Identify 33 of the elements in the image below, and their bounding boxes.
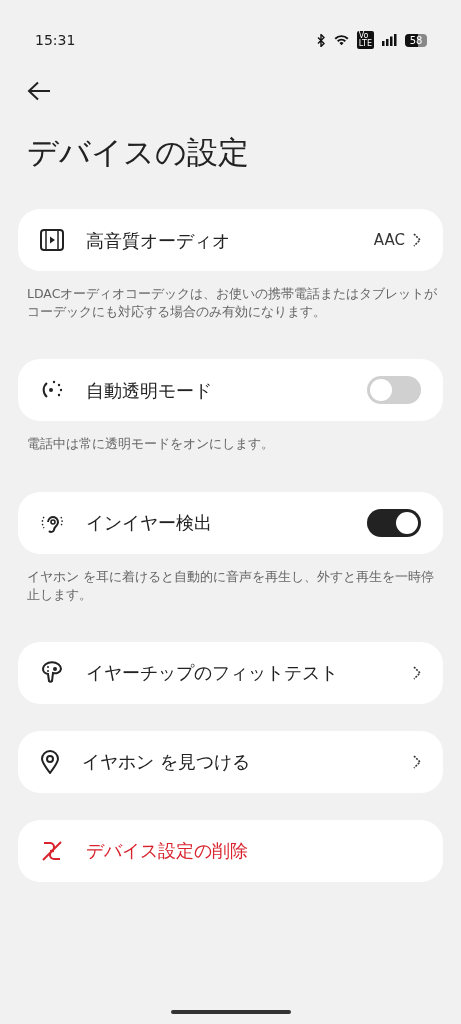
page-title: デバイスの設定: [27, 134, 250, 172]
row-label: 自動透明モード: [86, 378, 213, 403]
volte-icon: Vo LTE: [356, 31, 374, 49]
row-label: イヤホン を見つける: [82, 750, 251, 775]
unlink-icon: [40, 838, 64, 863]
back-arrow-icon[interactable]: [27, 80, 51, 101]
row-value: AAC: [373, 229, 405, 251]
earbud-icon: [40, 660, 64, 685]
row-description: 電話中は常に透明モードをオンにします。: [27, 435, 275, 454]
chevron-icon: [413, 665, 421, 680]
row-label: インイヤー検出: [86, 511, 213, 536]
signal-icon: [382, 34, 397, 46]
row-description: LDACオーディオコーデックは、お使いの携帯電話またはタブレットがコーデックにも対応する場合のみ有効になります。: [27, 285, 439, 322]
toggle-switch[interactable]: [367, 508, 421, 537]
chevron-icon: [413, 233, 421, 248]
film-icon: [40, 229, 64, 252]
bluetooth-icon: [316, 33, 326, 47]
chevron-icon: [413, 754, 421, 769]
settings-row[interactable]: イヤホン を見つける: [18, 730, 443, 793]
wifi-icon: [333, 34, 349, 46]
battery-icon: 58: [405, 33, 427, 47]
settings-row[interactable]: デバイス設定の削除: [18, 819, 443, 882]
status-time: 15:31: [35, 30, 76, 50]
settings-row[interactable]: 自動透明モード: [18, 359, 443, 422]
settings-row[interactable]: インイヤー検出: [18, 491, 443, 554]
settings-row[interactable]: イヤーチップのフィットテスト: [18, 641, 443, 704]
row-label: 高音質オーディオ: [86, 228, 231, 253]
row-label: イヤーチップのフィットテスト: [86, 661, 339, 686]
location-pin-icon: [40, 749, 60, 774]
toggle-switch[interactable]: [367, 376, 421, 405]
row-label: デバイス設定の削除: [86, 839, 249, 864]
settings-row[interactable]: 高音質オーディオ AAC: [18, 209, 443, 272]
row-description: イヤホン を耳に着けると自動的に音声を再生し、外すと再生を一時停止します。: [27, 567, 435, 604]
